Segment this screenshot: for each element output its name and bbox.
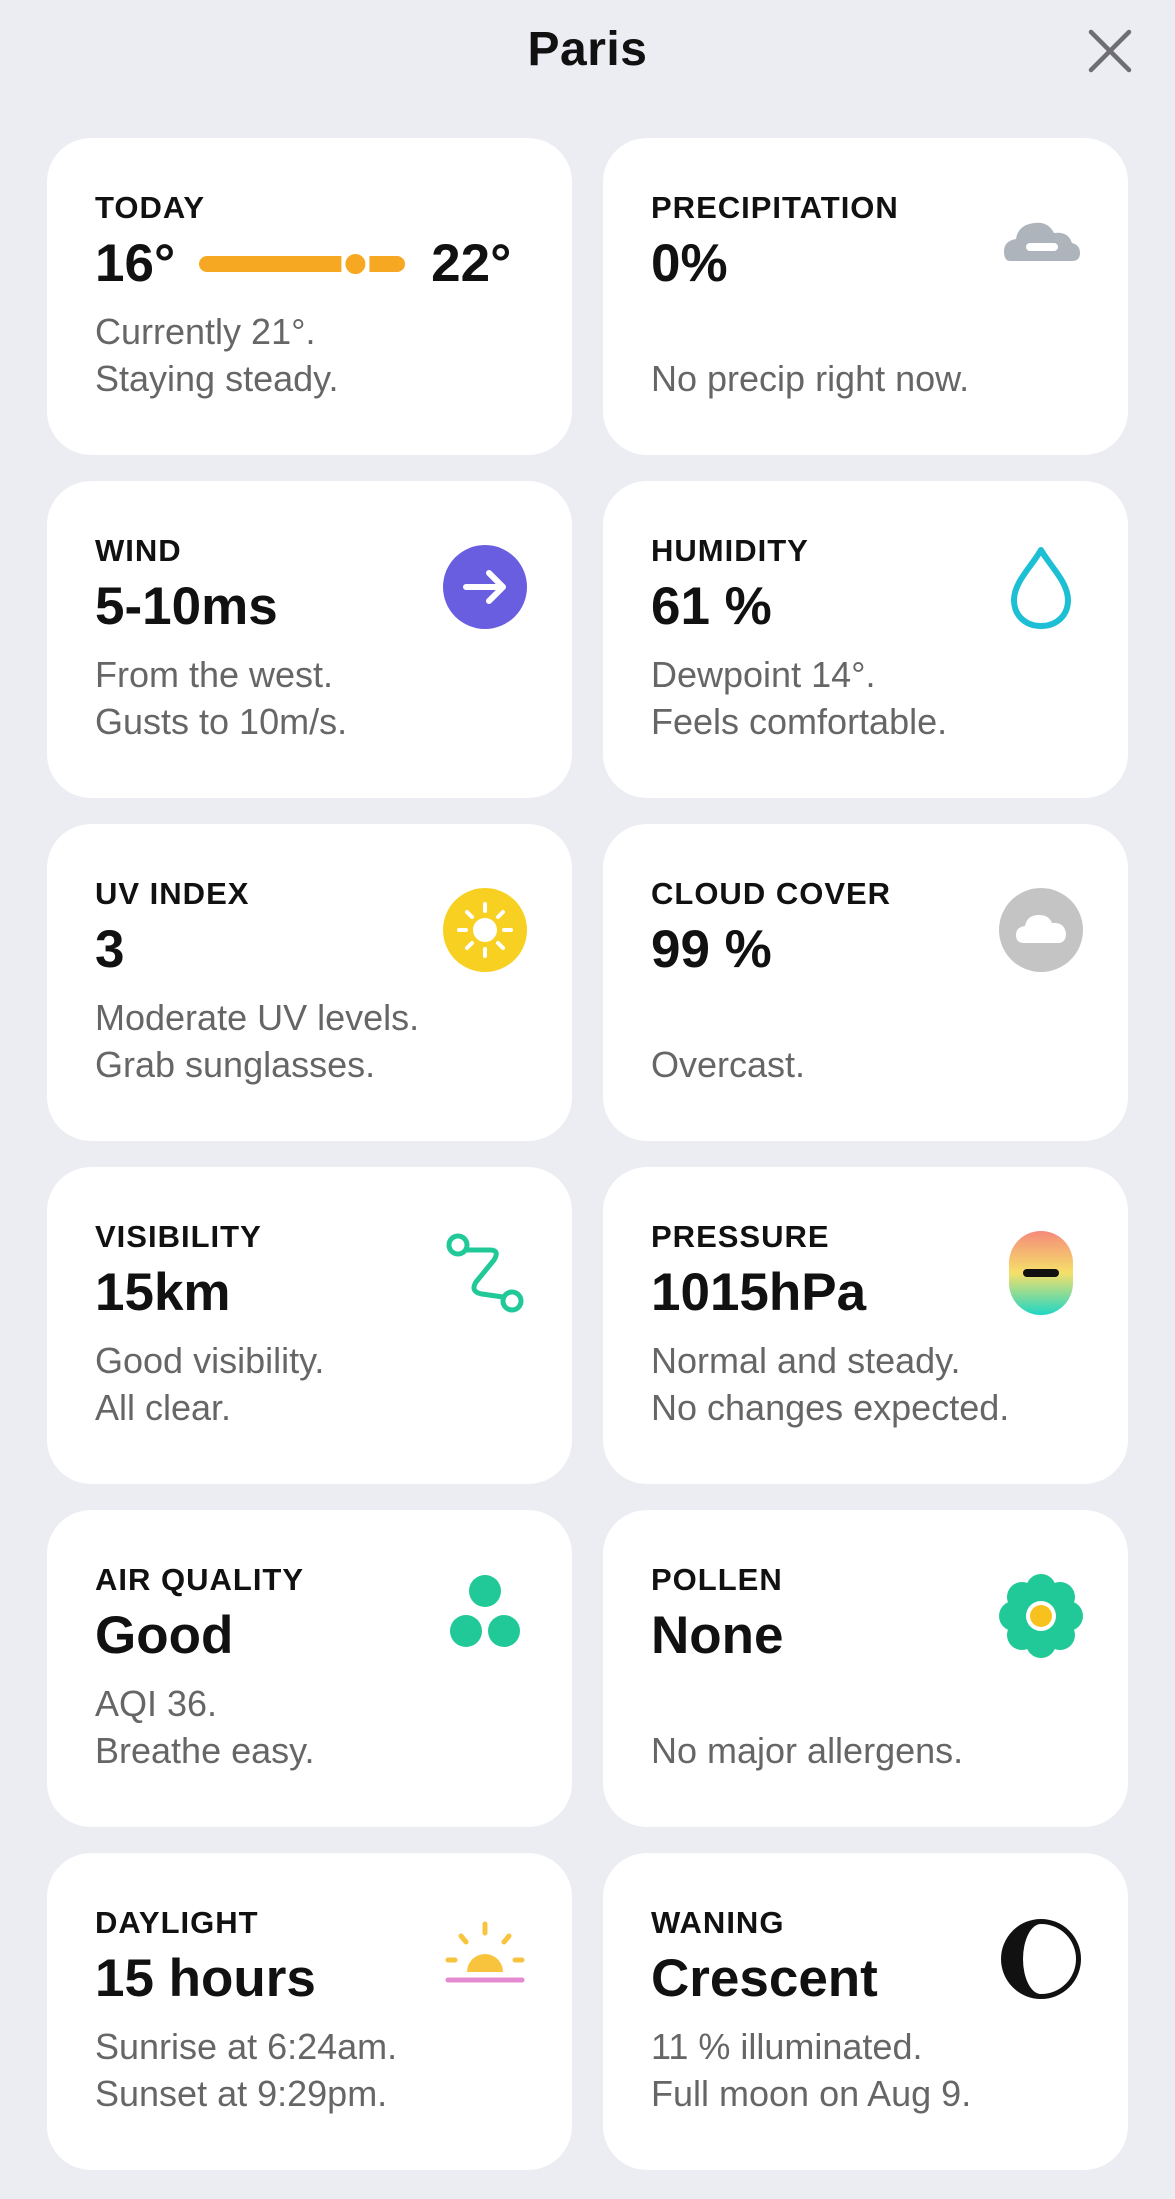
weather-details-grid: TODAY 16° 22° Currently 21°. Staying ste… (47, 138, 1128, 2170)
close-icon[interactable] (1085, 26, 1135, 76)
card-label: TODAY (95, 190, 206, 225)
card-description: Dewpoint 14°. Feels comfortable. (651, 654, 948, 742)
card-description: Good visibility. All clear. (95, 1340, 325, 1428)
droplet-icon (1011, 547, 1071, 629)
temperature-range-bar (199, 251, 406, 278)
air-quality-icon (450, 1575, 520, 1647)
card-description: AQI 36. Breathe easy. (95, 1683, 315, 1771)
cloud-cover-icon (999, 888, 1083, 972)
moon-phase-icon (1001, 1919, 1081, 1999)
card-description: Moderate UV levels. Grab sunglasses. (95, 997, 420, 1085)
card-description: No major allergens. (651, 1730, 964, 1771)
cloud-icon (1004, 222, 1080, 261)
moon-phase-card[interactable]: WANING Crescent 11 % illuminated. Full m… (603, 1853, 1128, 2170)
cloud-cover-card[interactable]: CLOUD COVER 99 % Overcast. (603, 824, 1128, 1141)
visibility-card[interactable]: VISIBILITY 15km Good visibility. All cle… (47, 1167, 572, 1484)
pressure-card[interactable]: PRESSURE 1015hPa Normal and steady. No c… (603, 1167, 1128, 1484)
card-description: Normal and steady. No changes expected. (651, 1340, 1010, 1428)
sunrise-icon (445, 1921, 525, 1983)
card-description: Overcast. (651, 1044, 806, 1085)
header: Paris (0, 0, 1175, 100)
precipitation-card[interactable]: PRECIPITATION 0% No precip right now. (603, 138, 1128, 455)
high-temperature: 22° (431, 234, 512, 293)
daylight-card[interactable]: DAYLIGHT 15 hours Sunrise at 6:24am. Sun… (47, 1853, 572, 2170)
card-description: No precip right now. (651, 358, 970, 399)
pollen-card[interactable]: POLLEN None No major allergens. (603, 1510, 1128, 1827)
wind-card[interactable]: WIND 5-10ms From the west. Gusts to 10m/… (47, 481, 572, 798)
air-quality-card[interactable]: AIR QUALITY Good AQI 36. Breathe easy. (47, 1510, 572, 1827)
card-description: Currently 21°. Staying steady. (95, 311, 339, 399)
pressure-gauge-icon (1009, 1231, 1073, 1315)
card-description: Sunrise at 6:24am. Sunset at 9:29pm. (95, 2026, 398, 2114)
temperature-range: 16° 22° (95, 234, 524, 293)
card-description: 11 % illuminated. Full moon on Aug 9. (651, 2026, 972, 2114)
page-title: Paris (527, 23, 648, 76)
today-card[interactable]: TODAY 16° 22° Currently 21°. Staying ste… (47, 138, 572, 455)
uv-index-card[interactable]: UV INDEX 3 Moderate UV levels. Grab sung… (47, 824, 572, 1141)
wind-arrow-icon (443, 545, 527, 629)
sun-icon (443, 888, 527, 972)
route-icon (446, 1233, 524, 1313)
low-temperature: 16° (95, 234, 176, 293)
flower-icon (999, 1574, 1083, 1658)
card-description: From the west. Gusts to 10m/s. (95, 654, 348, 742)
humidity-card[interactable]: HUMIDITY 61 % Dewpoint 14°. Feels comfor… (603, 481, 1128, 798)
